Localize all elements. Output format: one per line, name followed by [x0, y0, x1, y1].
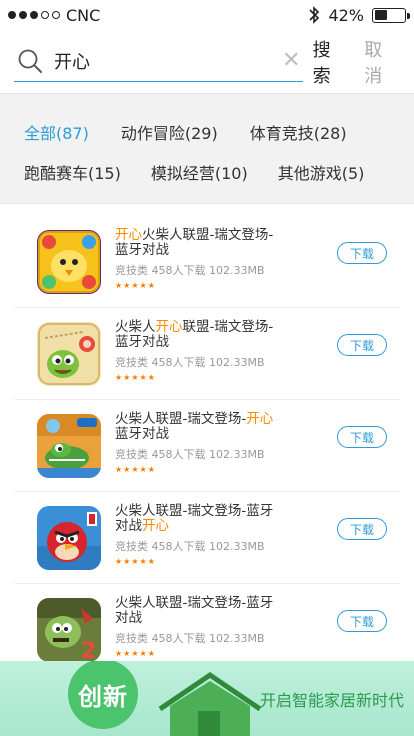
- rating-stars-icon: ★★★★★: [115, 557, 156, 566]
- app-meta: 竞技类 458人下载 102.33MB: [115, 356, 265, 369]
- category-racing[interactable]: 跑酷赛车(15): [24, 160, 121, 184]
- download-button[interactable]: 下载: [337, 426, 387, 448]
- app-list: 开心火柴人联盟-瑞文登场-蓝牙对战 竞技类 458人下载 102.33MB ★★…: [0, 216, 414, 676]
- signal-dot: [41, 11, 49, 19]
- app-info: 火柴人开心联盟-瑞文登场-蓝牙对战 竞技类 458人下载 102.33MB ★★…: [115, 320, 275, 383]
- signal-dot: [52, 11, 60, 19]
- carrier-name: CNC: [66, 5, 101, 25]
- list-item[interactable]: 火柴人开心联盟-瑞文登场-蓝牙对战 竞技类 458人下载 102.33MB ★★…: [15, 308, 399, 400]
- download-button[interactable]: 下载: [337, 334, 387, 356]
- app-info: 火柴人联盟-瑞文登场-开心蓝牙对战 竞技类 458人下载 102.33MB ★★…: [115, 412, 275, 475]
- cancel-button[interactable]: 取消: [364, 36, 400, 88]
- app-name-pre: 火柴人联盟-瑞文登场-蓝牙对战: [115, 595, 274, 626]
- battery-icon: [372, 7, 410, 23]
- app-name: 开心火柴人联盟-瑞文登场-蓝牙对战: [115, 228, 275, 258]
- battery-fill: [374, 10, 387, 20]
- cut-the-rope-icon[interactable]: [37, 322, 101, 386]
- category-simulation[interactable]: 模拟经营(10): [151, 160, 248, 184]
- search-input[interactable]: 开心: [54, 48, 282, 74]
- plants-vs-zombies-icon[interactable]: 2: [37, 598, 101, 662]
- category-all[interactable]: 全部(87): [24, 120, 89, 144]
- app-name-pre: 火柴人: [115, 319, 156, 335]
- search-area: 开心 ✕ 搜索 取消: [0, 30, 414, 94]
- search-icon: [18, 49, 42, 73]
- category-other[interactable]: 其他游戏(5): [278, 160, 365, 184]
- signal-dot: [30, 11, 38, 19]
- search-button[interactable]: 搜索: [313, 36, 349, 88]
- app-name-pre: 火柴人联盟-瑞文登场-蓝牙对战: [115, 503, 274, 534]
- app-meta: 竞技类 458人下载 102.33MB: [115, 632, 265, 645]
- rating-stars-icon: ★★★★★: [115, 373, 156, 382]
- ad-banner[interactable]: 创新 开启智能家居新时代: [0, 661, 414, 736]
- app-name-highlight: 开心: [115, 227, 142, 243]
- signal-area: CNC: [8, 6, 100, 25]
- app-meta: 竞技类 458人下载 102.33MB: [115, 264, 265, 277]
- search-box[interactable]: 开心 ✕: [14, 42, 303, 82]
- candy-chick-icon[interactable]: [37, 230, 101, 294]
- app-info: 开心火柴人联盟-瑞文登场-蓝牙对战 竞技类 458人下载 102.33MB ★★…: [115, 228, 275, 291]
- app-name: 火柴人联盟-瑞文登场-蓝牙对战开心: [115, 504, 275, 534]
- bluetooth-icon: [309, 6, 320, 24]
- signal-dot: [8, 11, 16, 19]
- banner-badge: 创新: [68, 661, 138, 729]
- category-sports[interactable]: 体育竞技(28): [250, 120, 347, 144]
- app-name-highlight: 开心: [142, 518, 169, 534]
- rating-stars-icon: ★★★★★: [115, 281, 156, 290]
- download-button[interactable]: 下载: [337, 518, 387, 540]
- banner-slogan: 开启智能家居新时代: [259, 691, 404, 710]
- app-name-highlight: 开心: [155, 319, 183, 335]
- status-right: 42%: [308, 5, 410, 25]
- wheres-my-water-icon[interactable]: [37, 414, 101, 478]
- signal-dot: [19, 11, 27, 19]
- list-item[interactable]: 开心火柴人联盟-瑞文登场-蓝牙对战 竞技类 458人下载 102.33MB ★★…: [15, 216, 399, 308]
- battery-percent: 42%: [328, 5, 364, 25]
- app-name: 火柴人开心联盟-瑞文登场-蓝牙对战: [115, 320, 275, 350]
- rating-stars-icon: ★★★★★: [115, 649, 156, 658]
- app-name: 火柴人联盟-瑞文登场-蓝牙对战: [115, 596, 275, 626]
- app-meta: 竞技类 458人下载 102.33MB: [115, 448, 265, 461]
- list-item[interactable]: 火柴人联盟-瑞文登场-开心蓝牙对战 竞技类 458人下载 102.33MB ★★…: [15, 400, 399, 492]
- angry-birds-icon[interactable]: [37, 506, 101, 570]
- category-row: 全部(87) 动作冒险(29) 体育竞技(28): [24, 112, 414, 152]
- app-name: 火柴人联盟-瑞文登场-开心蓝牙对战: [115, 412, 275, 442]
- svg-text:2: 2: [81, 639, 96, 662]
- app-info: 火柴人联盟-瑞文登场-蓝牙对战开心 竞技类 458人下载 102.33MB ★★…: [115, 504, 275, 567]
- list-item[interactable]: 火柴人联盟-瑞文登场-蓝牙对战开心 竞技类 458人下载 102.33MB ★★…: [15, 492, 399, 584]
- category-action-adventure[interactable]: 动作冒险(29): [121, 120, 218, 144]
- app-info: 火柴人联盟-瑞文登场-蓝牙对战 竞技类 458人下载 102.33MB ★★★★…: [115, 596, 275, 659]
- rating-stars-icon: ★★★★★: [115, 465, 156, 474]
- category-row: 跑酷赛车(15) 模拟经营(10) 其他游戏(5): [24, 152, 414, 192]
- download-button[interactable]: 下载: [337, 610, 387, 632]
- download-button[interactable]: 下载: [337, 242, 387, 264]
- signal-strength-icon: [8, 11, 60, 19]
- status-bar: CNC 42%: [0, 0, 414, 30]
- app-name-highlight: 开心: [246, 411, 274, 427]
- app-meta: 竞技类 458人下载 102.33MB: [115, 540, 265, 553]
- app-name-post: 蓝牙对战: [115, 426, 169, 442]
- category-filter: 全部(87) 动作冒险(29) 体育竞技(28) 跑酷赛车(15) 模拟经营(1…: [0, 94, 414, 204]
- app-name-pre: 火柴人联盟-瑞文登场-: [115, 411, 247, 427]
- clear-icon[interactable]: ✕: [282, 50, 300, 72]
